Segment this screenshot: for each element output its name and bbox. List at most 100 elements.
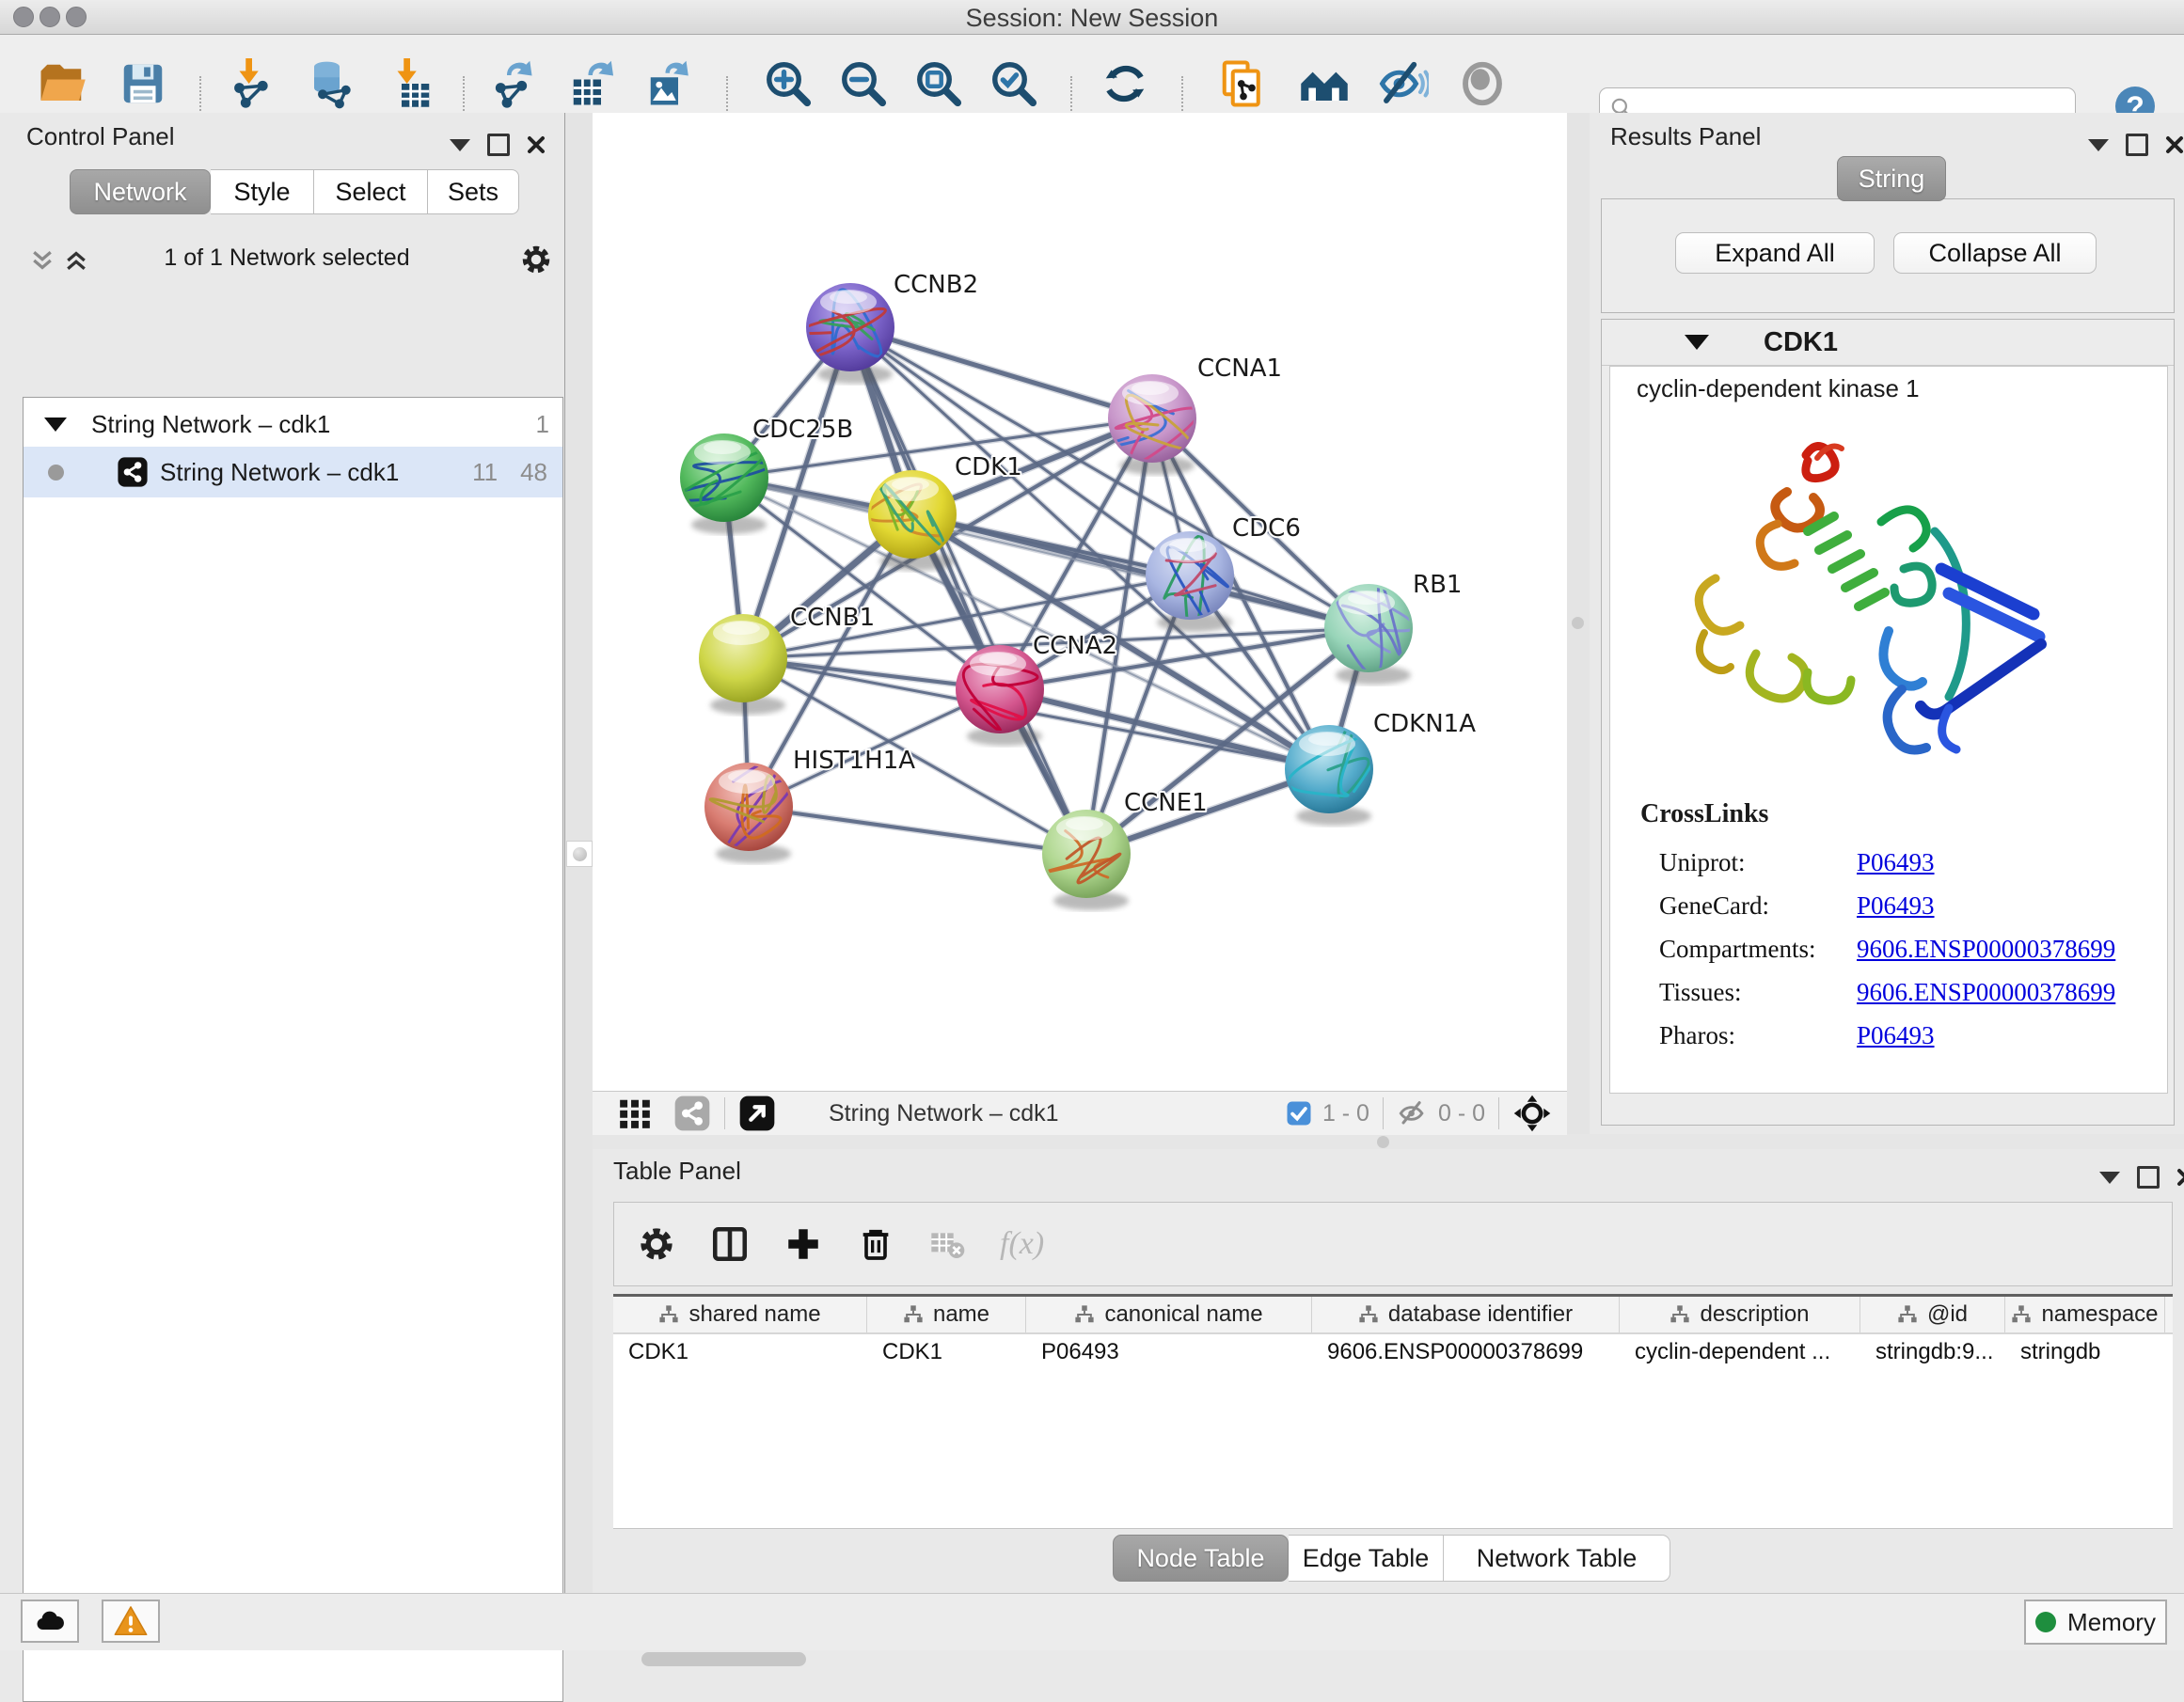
import-network-file-button[interactable]: [226, 57, 278, 110]
network-node-RB1[interactable]: [1324, 582, 1415, 685]
vertical-splitter-left[interactable]: [565, 113, 593, 1593]
save-session-button[interactable]: [117, 57, 169, 110]
grid-view-icon[interactable]: [617, 1095, 653, 1131]
column-header-shared-name[interactable]: shared name: [613, 1297, 867, 1332]
first-neighbors-button[interactable]: [1298, 57, 1351, 110]
network-node-CCNA2[interactable]: [956, 645, 1044, 746]
crosslink-genecard-link[interactable]: P06493: [1857, 891, 1935, 921]
network-node-HIST1H1A[interactable]: [704, 758, 793, 863]
splitter-handle[interactable]: [566, 841, 593, 867]
horizontal-splitter[interactable]: [593, 1134, 2184, 1149]
network-node-CCNA1[interactable]: [1095, 374, 1199, 475]
export-image-button[interactable]: [643, 57, 696, 110]
splitter-handle[interactable]: [1377, 1136, 1389, 1148]
import-table-button[interactable]: [384, 57, 436, 110]
import-network-database-button[interactable]: [305, 57, 357, 110]
hidden-eye-icon[interactable]: [1397, 1097, 1429, 1129]
selected-checkbox-icon[interactable]: [1285, 1099, 1313, 1127]
network-node-CDC6[interactable]: [1146, 531, 1234, 644]
panel-menu-icon[interactable]: [2099, 1172, 2120, 1184]
table-header-row: shared name namecanonical namedatabase id…: [613, 1297, 2173, 1334]
close-panel-icon[interactable]: [2165, 135, 2184, 154]
column-header-description[interactable]: description: [1620, 1297, 1860, 1332]
hide-selected-button[interactable]: [1377, 57, 1430, 110]
network-node-CCNB1[interactable]: [699, 614, 787, 715]
tab-sets[interactable]: Sets: [428, 169, 519, 214]
tab-select[interactable]: Select: [314, 169, 428, 214]
collapse-all-icon[interactable]: [28, 246, 56, 275]
network-row-selected[interactable]: String Network – cdk1 11 48: [24, 447, 562, 497]
network-collection-row[interactable]: String Network – cdk1 1: [24, 402, 562, 447]
edge-HIST1H1A-CCNE1[interactable]: [749, 807, 1086, 854]
float-panel-icon[interactable]: [2137, 1166, 2160, 1189]
network-canvas[interactable]: CCNB2CCNA1CDC25BCDK1CDC6RB1CCNB1CCNA2HIS…: [593, 113, 1567, 1091]
duplicate-network-icon: [1218, 58, 1269, 109]
cell-description[interactable]: cyclin-dependent ...: [1620, 1334, 1860, 1370]
expand-all-button[interactable]: Expand All: [1675, 232, 1875, 274]
entry-expander-icon[interactable]: [1685, 335, 1709, 350]
apply-layout-button[interactable]: [1099, 57, 1151, 110]
export-network-button[interactable]: [489, 57, 542, 110]
open-session-button[interactable]: [36, 57, 88, 110]
tab-network-table[interactable]: Network Table: [1444, 1535, 1670, 1582]
node-table[interactable]: shared name namecanonical namedatabase id…: [613, 1294, 2173, 1529]
column-header-namespace[interactable]: namespace: [2005, 1297, 2165, 1332]
network-node-CDK1[interactable]: [866, 470, 957, 571]
tab-network[interactable]: Network: [70, 169, 211, 214]
column-header--id[interactable]: @id: [1860, 1297, 2005, 1332]
crosslink-uniprot-link[interactable]: P06493: [1857, 848, 1935, 877]
float-panel-icon[interactable]: [2126, 134, 2148, 156]
crosslink-tissues-link[interactable]: 9606.ENSP00000378699: [1857, 978, 2115, 1007]
gear-icon[interactable]: [519, 243, 553, 276]
column-header-canonical-name[interactable]: canonical name: [1026, 1297, 1312, 1332]
add-column-icon[interactable]: [783, 1224, 823, 1264]
column-header-database-identifier[interactable]: database identifier: [1312, 1297, 1620, 1332]
network-node-CDC25B[interactable]: [656, 433, 770, 534]
expand-all-icon[interactable]: [62, 246, 90, 275]
zoom-selected-button[interactable]: [988, 57, 1040, 110]
edge-CCNB2-CCNE1[interactable]: [850, 327, 1086, 854]
panel-menu-icon[interactable]: [2088, 139, 2109, 151]
tab-edge-table[interactable]: Edge Table: [1289, 1535, 1444, 1582]
float-panel-icon[interactable]: [487, 134, 510, 156]
column-header-label: shared name: [688, 1301, 820, 1328]
memory-button[interactable]: Memory: [2024, 1600, 2167, 1645]
tab-node-table[interactable]: Node Table: [1113, 1535, 1289, 1582]
splitter-handle[interactable]: [1572, 617, 1584, 629]
zoom-in-button[interactable]: [762, 57, 815, 110]
table-settings-gear-icon[interactable]: [637, 1224, 676, 1264]
cloud-status-button[interactable]: [21, 1600, 79, 1643]
tab-style[interactable]: Style: [211, 169, 314, 214]
tab-string[interactable]: String: [1837, 156, 1946, 201]
export-table-button[interactable]: [566, 57, 619, 110]
collection-expander-icon[interactable]: [44, 418, 67, 432]
horizontal-scrollbar[interactable]: [641, 1652, 806, 1666]
close-panel-icon[interactable]: [527, 135, 546, 154]
detach-view-icon[interactable]: [738, 1095, 776, 1132]
zoom-fit-button[interactable]: [912, 57, 965, 110]
warning-status-button[interactable]: [102, 1600, 160, 1643]
table-row[interactable]: CDK1CDK1P064939606.ENSP00000378699cyclin…: [613, 1334, 2173, 1370]
cell-canonical-name[interactable]: P06493: [1026, 1334, 1312, 1370]
close-panel-icon[interactable]: [2176, 1168, 2184, 1187]
cell--id[interactable]: stringdb:9...: [1860, 1334, 2005, 1370]
delete-column-trash-icon[interactable]: [857, 1225, 894, 1263]
cell-name[interactable]: CDK1: [867, 1334, 1026, 1370]
network-node-CCNE1[interactable]: [1042, 810, 1131, 910]
column-header-name[interactable]: name: [867, 1297, 1026, 1332]
collapse-all-button[interactable]: Collapse All: [1893, 232, 2097, 274]
show-columns-icon[interactable]: [710, 1224, 750, 1264]
crosslink-compartments-link[interactable]: 9606.ENSP00000378699: [1857, 935, 2115, 964]
vertical-splitter-right[interactable]: [1567, 113, 1590, 1134]
new-network-from-selection-button[interactable]: [1217, 57, 1270, 110]
cell-database-identifier[interactable]: 9606.ENSP00000378699: [1312, 1334, 1620, 1370]
network-view-icon[interactable]: [673, 1095, 711, 1132]
entry-title: CDK1: [1764, 327, 1838, 358]
crosslink-pharos-link[interactable]: P06493: [1857, 1021, 1935, 1050]
panel-menu-icon[interactable]: [450, 139, 470, 151]
cell-namespace[interactable]: stringdb: [2005, 1334, 2165, 1370]
birdseye-crosshair-icon[interactable]: [1512, 1094, 1552, 1133]
cell-shared-name[interactable]: CDK1: [613, 1334, 867, 1370]
show-all-button[interactable]: [1456, 57, 1509, 110]
zoom-out-button[interactable]: [837, 57, 890, 110]
